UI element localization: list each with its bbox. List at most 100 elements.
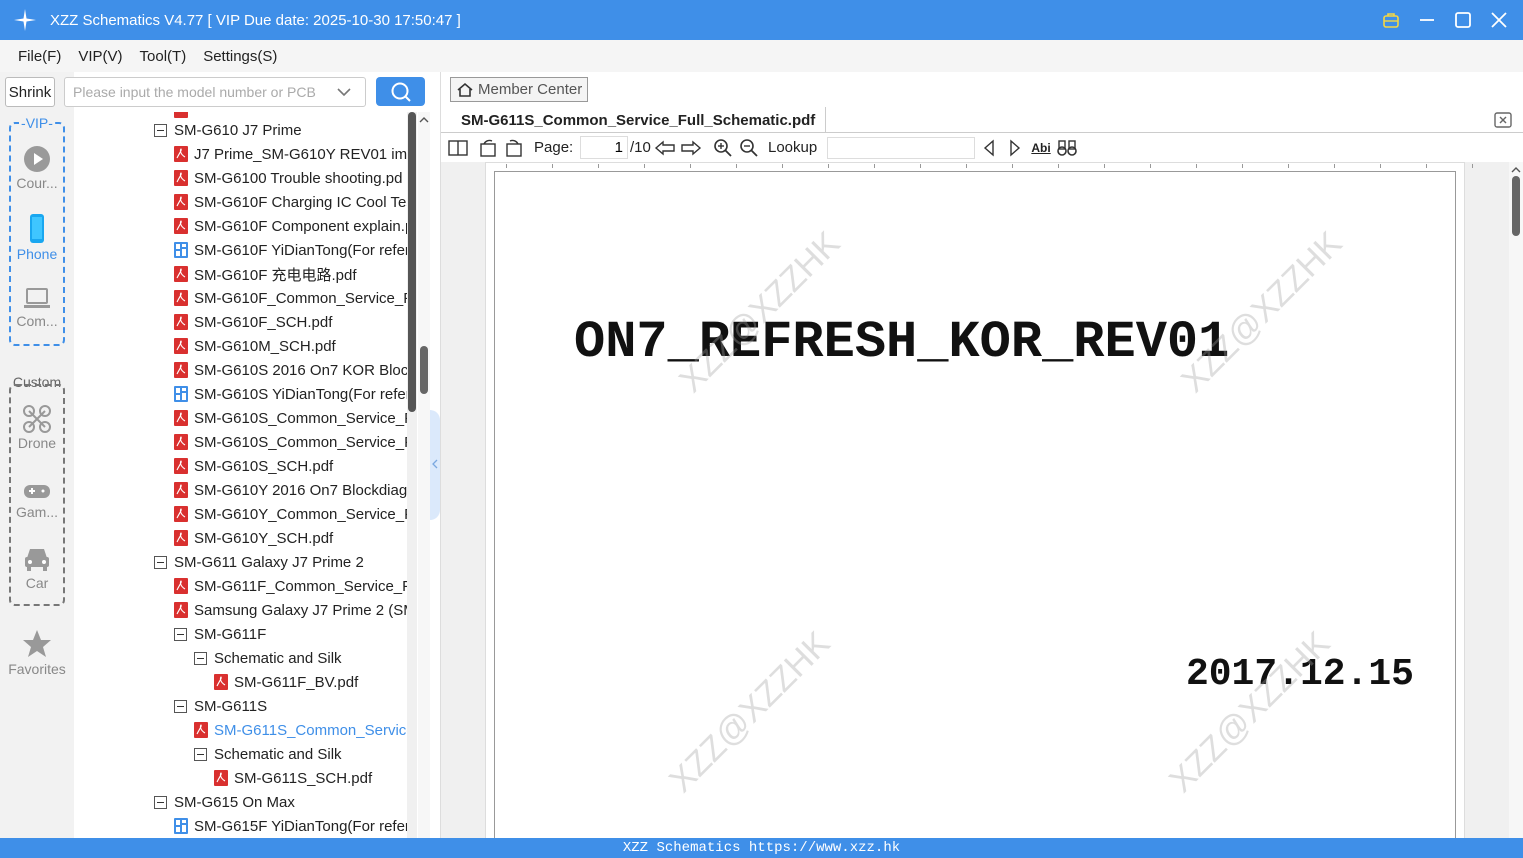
tree-file[interactable]: SM-G610Y_Common_Service_Fu xyxy=(174,502,407,526)
chevron-down-icon[interactable] xyxy=(337,87,351,97)
maximize-button[interactable] xyxy=(1451,8,1475,32)
tree-scrollbar-secondary[interactable] xyxy=(418,112,430,838)
tree-folder[interactable]: SM-G611S xyxy=(174,694,267,718)
category-drone[interactable]: Drone xyxy=(0,405,74,451)
page-number-input[interactable] xyxy=(580,136,628,159)
sidebar-toggle-icon[interactable] xyxy=(447,138,469,158)
viewer-scroll-thumb[interactable] xyxy=(1512,176,1520,236)
tree-row-label: Schematic and Silk xyxy=(214,649,342,667)
tree-file[interactable]: SM-G611F_BV.pdf xyxy=(214,670,358,694)
collapse-panel-handle[interactable] xyxy=(430,410,440,520)
tree-file[interactable]: SM-G610Y 2016 On7 Blockdiagr xyxy=(174,478,407,502)
menu-file[interactable]: File(F) xyxy=(18,48,61,65)
document-tab[interactable]: SM-G611S_Common_Service_Full_Schematic.p… xyxy=(451,107,827,133)
collapse-toggle-icon[interactable] xyxy=(174,627,187,641)
tree-file[interactable]: SM-G610F Charging IC Cool Tes xyxy=(174,190,407,214)
zoom-in-icon[interactable] xyxy=(712,138,734,158)
ruler-tick xyxy=(644,164,645,168)
chevron-left-icon xyxy=(432,459,438,469)
next-page-icon[interactable] xyxy=(680,138,702,158)
tree-folder[interactable]: Schematic and Silk xyxy=(194,742,342,766)
favorites-button[interactable]: Favorites xyxy=(0,629,74,677)
tree-scroll-thumb-secondary[interactable] xyxy=(420,346,428,394)
viewer-scrollbar[interactable] xyxy=(1509,162,1523,838)
pdf-icon xyxy=(174,338,188,354)
member-center-button[interactable]: Member Center xyxy=(450,77,588,102)
minimize-button[interactable] xyxy=(1415,8,1439,32)
pdf-viewer[interactable]: ON7_REFRESH_KOR_REV01 2017.12.15 XZZ@XZZ… xyxy=(441,162,1509,838)
category-sidebar: Shrink -VIP- Cour... Phone Com... Custom… xyxy=(0,72,74,838)
tree-file[interactable]: SM-G610S_Common_Service_Fu xyxy=(174,430,407,454)
binoculars-icon[interactable] xyxy=(1056,138,1078,158)
viewer-panel: Member Center SM-G611S_Common_Service_Fu… xyxy=(441,72,1523,838)
pdf-icon xyxy=(174,170,188,186)
tree-file[interactable]: SM-G610M_SCH.pdf xyxy=(174,334,336,358)
model-tree: SM-G610 J7 Prime J7 Prime_SM-G610Y REV01 … xyxy=(74,112,407,838)
tree-file[interactable]: SM-G611S_SCH.pdf xyxy=(214,766,372,790)
tree-file[interactable]: J7 Prime_SM-G610Y REV01 imag xyxy=(174,142,407,166)
tree-folder[interactable]: SM-G615 On Max xyxy=(154,790,295,814)
tree-file[interactable]: SM-G610F YiDianTong(For refer xyxy=(174,238,407,262)
prev-page-icon[interactable] xyxy=(654,138,676,158)
match-case-icon[interactable]: Abi xyxy=(1030,138,1052,158)
document-title: ON7_REFRESH_KOR_REV01 xyxy=(574,313,1230,372)
tree-file[interactable]: SM-G611F_Common_Service_Fu xyxy=(174,574,407,598)
tree-file[interactable]: Samsung Galaxy J7 Prime 2 (SM xyxy=(174,598,407,622)
tree-row-label: SM-G611S_Common_Service xyxy=(214,721,407,739)
category-car[interactable]: Car xyxy=(0,545,74,591)
tree-file[interactable]: SM-G611S_Common_Service xyxy=(194,718,407,742)
search-box[interactable] xyxy=(64,77,366,107)
category-computer[interactable]: Com... xyxy=(0,287,74,329)
vip-bag-icon[interactable] xyxy=(1379,8,1403,32)
scroll-up-icon[interactable] xyxy=(1509,164,1523,176)
collapse-toggle-icon[interactable] xyxy=(194,651,207,665)
rotate-right-icon[interactable] xyxy=(503,138,525,158)
category-game[interactable]: Gam... xyxy=(0,482,74,520)
tree-folder[interactable]: SM-G611 Galaxy J7 Prime 2 xyxy=(154,550,364,574)
category-courses[interactable]: Cour... xyxy=(0,145,74,191)
menu-tool[interactable]: Tool(T) xyxy=(140,48,187,65)
zoom-out-icon[interactable] xyxy=(738,138,760,158)
ruler-tick xyxy=(1426,164,1427,168)
tree-file[interactable]: SM-G610S_SCH.pdf xyxy=(174,454,333,478)
tree-file[interactable]: SM-G610S_Common_Service_Fu xyxy=(174,406,407,430)
collapse-toggle-icon[interactable] xyxy=(154,123,167,137)
close-button[interactable] xyxy=(1487,8,1511,32)
tree-scrollbar[interactable] xyxy=(407,112,417,838)
find-next-icon[interactable] xyxy=(1004,138,1026,158)
rotate-left-icon[interactable] xyxy=(477,138,499,158)
scroll-up-icon[interactable] xyxy=(418,114,430,126)
tree-file[interactable]: SM-G615F YiDianTong(For refer xyxy=(174,814,407,838)
tree-file[interactable]: SM-G610S YiDianTong(For refer xyxy=(174,382,407,406)
collapse-toggle-icon[interactable] xyxy=(154,795,167,809)
tree-row-label: SM-G610F Charging IC Cool Tes xyxy=(194,193,407,211)
collapse-toggle-icon[interactable] xyxy=(174,699,187,713)
ruler-tick xyxy=(920,164,921,168)
lookup-input[interactable] xyxy=(827,137,975,159)
shrink-button[interactable]: Shrink xyxy=(5,77,55,107)
tree-folder[interactable]: SM-G611F xyxy=(174,622,266,646)
tree-file[interactable]: SM-G610F Component explain.p xyxy=(174,214,407,238)
menu-vip[interactable]: VIP(V) xyxy=(78,48,122,65)
close-tab-icon[interactable] xyxy=(1493,111,1513,129)
tree-file[interactable]: SM-G610Y_SCH.pdf xyxy=(174,526,333,550)
search-button[interactable] xyxy=(376,77,425,106)
gamepad-icon xyxy=(24,485,50,498)
tree-row-label: SM-G610Y 2016 On7 Blockdiagr xyxy=(194,481,407,499)
tree-folder[interactable]: SM-G610 J7 Prime xyxy=(154,118,302,142)
search-input[interactable] xyxy=(73,84,333,100)
pdf-icon xyxy=(174,410,188,426)
tree-scroll-thumb[interactable] xyxy=(408,112,416,412)
tree-file[interactable]: SM-G6100 Trouble shooting.pd xyxy=(174,166,402,190)
tree-file[interactable]: SM-G610F_Common_Service_Fu xyxy=(174,286,407,310)
find-prev-icon[interactable] xyxy=(978,138,1000,158)
car-icon xyxy=(25,549,49,571)
tree-file[interactable]: SM-G610F_SCH.pdf xyxy=(174,310,332,334)
tree-file[interactable]: SM-G610F 充电电路.pdf xyxy=(174,262,357,286)
category-phone[interactable]: Phone xyxy=(0,214,74,262)
tree-folder[interactable]: Schematic and Silk xyxy=(194,646,342,670)
menu-settings[interactable]: Settings(S) xyxy=(203,48,277,65)
tree-file[interactable]: SM-G610S 2016 On7 KOR Block xyxy=(174,358,407,382)
collapse-toggle-icon[interactable] xyxy=(194,747,207,761)
collapse-toggle-icon[interactable] xyxy=(154,555,167,569)
